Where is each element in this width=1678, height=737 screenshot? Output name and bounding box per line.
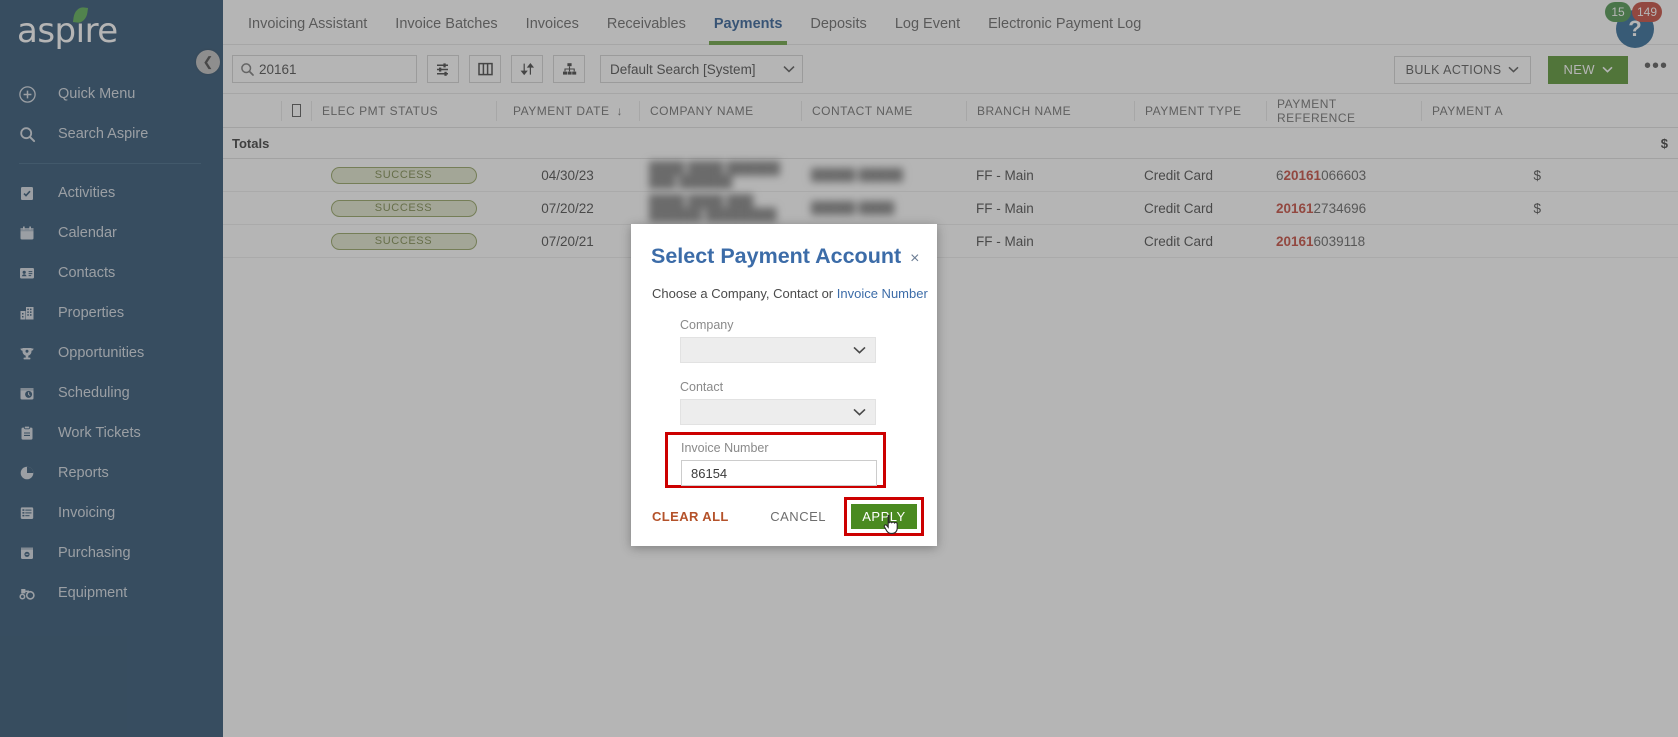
dialog-actions: CLEAR ALL CANCEL APPLY bbox=[631, 496, 937, 536]
invoice-number-field: Invoice Number 86154 bbox=[681, 441, 877, 486]
company-label: Company bbox=[680, 318, 734, 332]
invoice-number-link[interactable]: Invoice Number bbox=[837, 286, 928, 301]
contact-label: Contact bbox=[680, 380, 724, 394]
apply-button[interactable]: APPLY bbox=[851, 503, 917, 529]
chevron-down-icon bbox=[853, 408, 866, 416]
chevron-down-icon bbox=[853, 346, 866, 354]
select-payment-account-dialog: Select Payment Account × Choose a Compan… bbox=[631, 224, 937, 546]
close-icon[interactable]: × bbox=[910, 250, 919, 268]
dialog-subtitle-text: Choose a Company, Contact or bbox=[652, 286, 837, 301]
company-field: Company bbox=[680, 318, 876, 363]
dialog-title-row: Select Payment Account × bbox=[631, 244, 937, 269]
contact-field: Contact bbox=[680, 380, 876, 425]
invoice-number-value: 86154 bbox=[691, 465, 728, 481]
invoice-number-input[interactable]: 86154 bbox=[681, 460, 877, 486]
contact-select[interactable] bbox=[680, 399, 876, 425]
invoice-number-label: Invoice Number bbox=[681, 441, 769, 455]
app-root: aspire Quick Menu Search Aspire Activiti… bbox=[0, 0, 1678, 737]
dialog-title: Select Payment Account bbox=[651, 244, 902, 268]
invoice-number-highlight: Invoice Number 86154 bbox=[665, 432, 886, 488]
clear-all-button[interactable]: CLEAR ALL bbox=[652, 509, 729, 524]
apply-button-highlight: APPLY bbox=[844, 496, 924, 536]
company-select[interactable] bbox=[680, 337, 876, 363]
cancel-button[interactable]: CANCEL bbox=[770, 509, 826, 524]
dialog-subtitle: Choose a Company, Contact or Invoice Num… bbox=[631, 286, 937, 301]
